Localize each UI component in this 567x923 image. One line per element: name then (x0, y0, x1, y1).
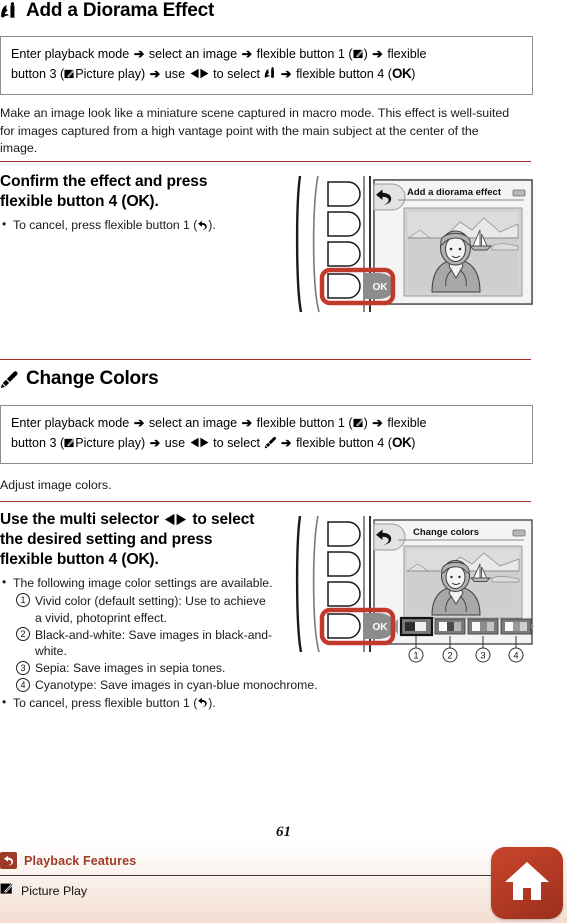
procedure-line-2: button 3 (Picture play) ➔ use to select … (11, 433, 522, 454)
color-options-list: 1 Vivid color (default setting): Use to … (16, 593, 318, 694)
svg-text:3: 3 (480, 651, 485, 661)
right-arrow-icon: ➔ (149, 436, 161, 451)
ok-glyph: OK (126, 192, 150, 210)
divider-red-3 (0, 501, 531, 502)
svg-text:Add a diorama effect: Add a diorama effect (407, 187, 502, 198)
change-colors-icon (0, 370, 19, 389)
home-icon (504, 860, 550, 907)
section1-step: Confirm the effect and press flexible bu… (0, 172, 275, 235)
home-button[interactable] (491, 847, 563, 919)
list-item: 2 Black-and-white: Save images in black-… (16, 627, 274, 661)
section1-title: Add a Diorama Effect (26, 0, 215, 21)
left-right-arrows-icon (189, 436, 210, 450)
section2-step: Use the multi selector to select the des… (0, 510, 318, 713)
diorama-icon (0, 1, 19, 21)
section2-title: Change Colors (26, 368, 159, 389)
back-arrow-glyph-icon (197, 218, 208, 232)
section1-camera-illustration: Add a diorama effect OK (294, 174, 539, 314)
picture-play-icon (353, 416, 364, 430)
option-text: Vivid color (default setting): Use to ac… (35, 593, 266, 625)
picture-play-icon (64, 436, 76, 450)
ok-glyph: OK (391, 66, 412, 82)
left-right-arrows-icon (163, 511, 188, 528)
svg-text:2: 2 (447, 651, 452, 661)
divider-red-2 (0, 359, 531, 360)
option-text: Sepia: Save images in sepia tones. (35, 661, 226, 676)
option-text: Black-and-white: Save images in black-an… (35, 627, 273, 659)
option-text: Cyanotype: Save images in cyan-blue mono… (35, 678, 318, 693)
section2-cancel-bullet: To cancel, press flexible button 1 (). (0, 694, 282, 712)
right-arrow-icon: ➔ (133, 47, 145, 61)
footer-breadcrumb-primary[interactable]: Playback Features (0, 852, 136, 869)
right-arrow-icon: ➔ (149, 67, 161, 82)
right-arrow-icon: ➔ (241, 47, 253, 61)
section2-camera-illustration: Change colors 1 2 3 4 OK (294, 514, 539, 669)
ok-glyph: OK (126, 550, 150, 568)
list-item: 1 Vivid color (default setting): Use to … (16, 593, 274, 627)
picture-play-icon (64, 67, 76, 81)
picture-play-icon (0, 881, 14, 900)
section2-step-bullets: The following image color settings are a… (0, 574, 282, 592)
list-item: To cancel, press flexible button 1 (). (0, 694, 282, 712)
svg-text:OK: OK (373, 622, 389, 633)
back-arrow-glyph-icon (197, 696, 208, 710)
back-arrow-icon[interactable] (0, 852, 17, 869)
divider-red-1 (0, 161, 531, 162)
page-number: 61 (276, 824, 291, 840)
circled-number-3: 3 (16, 660, 30, 675)
footer-divider (0, 875, 505, 876)
footer-breadcrumb-secondary[interactable]: Picture Play (0, 881, 87, 900)
svg-text:1: 1 (413, 651, 418, 661)
svg-text:Change colors: Change colors (413, 527, 479, 538)
procedure-line-1: Enter playback mode ➔ select an image ➔ … (11, 45, 522, 64)
left-right-arrows-icon (189, 67, 210, 81)
section1-description: Make an image look like a miniature scen… (0, 106, 510, 156)
section2-step-title: Use the multi selector to select the des… (0, 511, 255, 568)
right-arrow-icon: ➔ (281, 67, 292, 82)
change-colors-icon (264, 436, 277, 450)
section1-heading: Add a Diorama Effect (0, 0, 214, 22)
section1-step-title: Confirm the effect and press flexible bu… (0, 173, 208, 210)
circled-number-4: 4 (16, 677, 30, 692)
procedure-line-2: button 3 (Picture play) ➔ use to select … (11, 64, 522, 85)
list-item: The following image color settings are a… (0, 574, 282, 592)
section1-step-bullets: To cancel, press flexible button 1 (). (0, 216, 275, 234)
right-arrow-icon: ➔ (241, 416, 253, 430)
svg-text:OK: OK (373, 282, 389, 293)
circled-number-1: 1 (16, 593, 30, 608)
list-item: 4 Cyanotype: Save images in cyan-blue mo… (16, 677, 395, 694)
circled-number-2: 2 (16, 627, 30, 642)
procedure-line-1: Enter playback mode ➔ select an image ➔ … (11, 414, 522, 433)
picture-play-icon (353, 47, 364, 61)
manual-page: Add a Diorama Effect Enter playback mode… (0, 0, 567, 923)
page-footer: Playback Features Picture Play (0, 845, 567, 923)
right-arrow-icon: ➔ (133, 416, 145, 430)
list-item: To cancel, press flexible button 1 (). (0, 216, 275, 234)
diorama-icon (264, 67, 277, 81)
section2-heading: Change Colors (0, 368, 159, 390)
right-arrow-icon: ➔ (281, 436, 292, 451)
ok-glyph: OK (391, 435, 412, 451)
right-arrow-icon: ➔ (372, 416, 383, 430)
section1-procedure-box: Enter playback mode ➔ select an image ➔ … (0, 36, 533, 95)
section2-procedure-box: Enter playback mode ➔ select an image ➔ … (0, 405, 533, 464)
footer-caption-picture-play[interactable]: Picture Play (21, 884, 87, 898)
svg-text:4: 4 (513, 651, 518, 661)
right-arrow-icon: ➔ (372, 47, 383, 61)
section2-description: Adjust image colors. (0, 478, 112, 492)
footer-caption-playback-features[interactable]: Playback Features (24, 854, 136, 868)
